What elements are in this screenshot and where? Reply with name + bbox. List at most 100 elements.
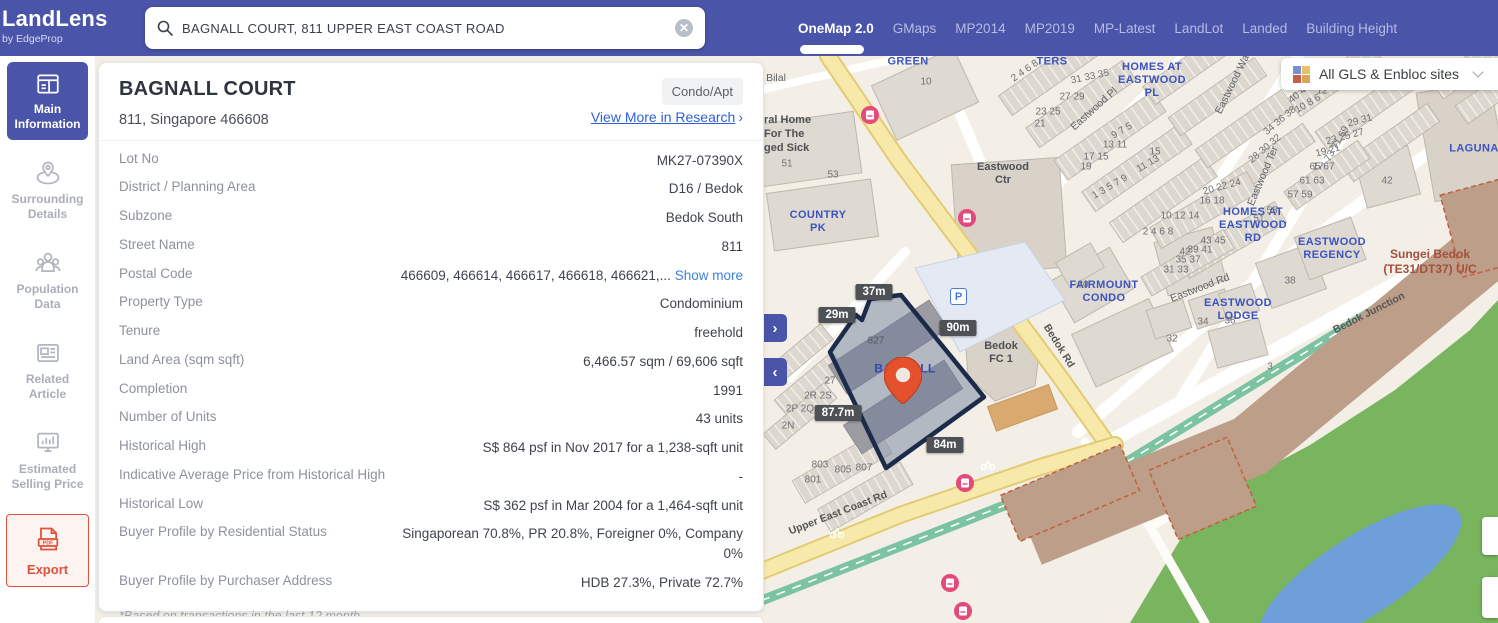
- location-pin-icon[interactable]: [884, 357, 922, 404]
- row-label: District / Planning Area: [119, 179, 270, 194]
- detail-row: Subzone Bedok South: [119, 204, 743, 233]
- panel-expand-arrow[interactable]: ›: [763, 314, 787, 342]
- row-value: 466609, 466614, 466617, 466618, 466621,.…: [401, 266, 743, 286]
- logo-title: LandLens: [2, 8, 108, 30]
- map-pin-icon: [34, 159, 62, 187]
- chevron-down-icon: [1472, 66, 1483, 77]
- sidebar-item-label: Estimated Selling Price: [9, 462, 86, 492]
- detail-row: Buyer Profile by Residential Status Singa…: [119, 520, 743, 568]
- row-label: Buyer Profile by Residential Status: [119, 524, 341, 539]
- detail-row: Lot No MK27-07390X: [119, 146, 743, 175]
- export-pdf-button[interactable]: PDF Export: [6, 514, 89, 587]
- row-label: Completion: [119, 381, 201, 396]
- layers-grid-icon: [1293, 66, 1310, 83]
- view-more-research-link[interactable]: View More in Research›: [591, 109, 743, 125]
- people-group-icon: [34, 249, 62, 277]
- row-label: Historical Low: [119, 496, 217, 511]
- menu-item-mp2019[interactable]: MP2019: [1025, 21, 1075, 36]
- top-navbar: LandLens by EdgeProp ✕ OneMap 2.0 GMaps …: [0, 0, 1498, 56]
- row-label: Subzone: [119, 208, 186, 223]
- detail-row: Tenurefreehold: [119, 319, 743, 348]
- detail-row: Number of Units 43 units: [119, 405, 743, 434]
- sidebar-item-label: Related Article: [9, 372, 86, 402]
- chevron-right-icon: ›: [738, 109, 743, 125]
- sidebar-item-label: Main Information: [9, 102, 86, 132]
- sidebar-item-population-data[interactable]: Population Data: [7, 240, 88, 320]
- card-header: BAGNALL COURT Condo/Apt 811, Singapore 4…: [99, 63, 763, 141]
- row-label: Land Area (sqm sqft): [119, 352, 258, 367]
- left-sidebar: Main Information Surrounding Details Pop…: [0, 50, 95, 623]
- logo-subtitle: by EdgeProp: [2, 33, 108, 45]
- clear-search-icon[interactable]: ✕: [675, 19, 693, 37]
- map-layer-menu: OneMap 2.0 GMaps MP2014 MP2019 MP-Latest…: [798, 0, 1397, 56]
- landlens-logo[interactable]: LandLens by EdgeProp: [2, 8, 108, 45]
- row-label: Number of Units: [119, 409, 231, 424]
- row-value: 43 units: [696, 409, 743, 429]
- menu-item-landed[interactable]: Landed: [1242, 21, 1287, 36]
- row-value: S$ 864 psf in Nov 2017 for a 1,238-sqft …: [483, 438, 743, 458]
- detail-row: Postal Code 466609, 466614, 466617, 46661…: [119, 261, 743, 290]
- property-detail-card: BAGNALL COURT Condo/Apt 811, Singapore 4…: [98, 62, 764, 612]
- chart-monitor-icon: [34, 429, 62, 457]
- row-label: Postal Code: [119, 266, 207, 281]
- row-value: D16 / Bedok: [669, 179, 743, 199]
- postal-codes: 466609, 466614, 466617, 466618, 466621,.…: [401, 268, 671, 283]
- row-value: 1991: [713, 381, 743, 401]
- menu-item-onemap[interactable]: OneMap 2.0: [798, 21, 874, 36]
- menu-item-mp-latest[interactable]: MP-Latest: [1094, 21, 1156, 36]
- panel-collapse-arrow[interactable]: ‹: [763, 358, 787, 386]
- gls-enbloc-filter[interactable]: All GLS & Enbloc sites: [1281, 58, 1498, 90]
- menu-item-gmaps[interactable]: GMaps: [893, 21, 937, 36]
- detail-row: District / Planning Area D16 / Bedok: [119, 175, 743, 204]
- row-label: Street Name: [119, 237, 209, 252]
- detail-row: Buyer Profile by Purchaser AddressHDB 27…: [119, 568, 743, 597]
- sidebar-item-main-information[interactable]: Main Information: [7, 62, 88, 140]
- row-value: Bedok South: [666, 208, 743, 228]
- row-value: 811: [721, 237, 743, 257]
- sidebar-item-estimated-selling-price[interactable]: Estimated Selling Price: [7, 420, 88, 500]
- row-value: S$ 362 psf in Mar 2004 for a 1,464-sqft …: [483, 496, 743, 516]
- detail-row: Property Type Condominium: [119, 290, 743, 319]
- search-input[interactable]: [182, 21, 675, 36]
- property-type-badge: Condo/Apt: [662, 78, 743, 105]
- export-label: Export: [9, 562, 86, 577]
- active-tab-indicator: [800, 45, 864, 54]
- property-name: BAGNALL COURT: [119, 78, 743, 101]
- pdf-file-icon: PDF: [34, 525, 62, 553]
- show-more-link[interactable]: Show more: [675, 268, 743, 283]
- sidebar-item-label: Population Data: [9, 282, 86, 312]
- row-value: Singaporean 70.8%, PR 20.8%, Foreigner 0…: [383, 524, 743, 563]
- detail-rows: Lot No MK27-07390X District / Planning Ar…: [99, 141, 763, 597]
- svg-text:PDF: PDF: [42, 541, 53, 547]
- row-label: Lot No: [119, 151, 173, 166]
- row-value: Condominium: [660, 294, 743, 314]
- parking-icon: P: [950, 288, 967, 305]
- menu-item-building-height[interactable]: Building Height: [1306, 21, 1397, 36]
- article-icon: [34, 339, 62, 367]
- search-bar[interactable]: ✕: [145, 7, 705, 49]
- detail-row: Land Area (sqm sqft)6,466.57 sqm / 69,60…: [119, 347, 743, 376]
- sidebar-item-related-article[interactable]: Related Article: [7, 330, 88, 410]
- detail-row: Street Name 811: [119, 232, 743, 261]
- sidebar-item-surrounding-details[interactable]: Surrounding Details: [7, 150, 88, 230]
- row-value: MK27-07390X: [657, 151, 743, 171]
- gls-filter-label: All GLS & Enbloc sites: [1319, 66, 1459, 82]
- row-label: Property Type: [119, 294, 217, 309]
- view-more-label: View More in Research: [591, 109, 735, 125]
- search-icon: [157, 20, 173, 36]
- menu-item-landlot[interactable]: LandLot: [1174, 21, 1223, 36]
- detail-row: Historical High S$ 864 psf in Nov 2017 fo…: [119, 434, 743, 463]
- detail-row: Historical Low S$ 362 psf in Mar 2004 for…: [119, 491, 743, 520]
- detail-row: Indicative Average Price from Historical…: [119, 462, 743, 491]
- row-label: Historical High: [119, 438, 220, 453]
- window-layout-icon: [35, 71, 61, 97]
- map-zoom-out-button[interactable]: [1482, 577, 1498, 618]
- map-zoom-in-button[interactable]: [1482, 517, 1498, 555]
- menu-item-mp2014[interactable]: MP2014: [955, 21, 1005, 36]
- landlens-app: GREEN TERS HOMES AT EASTWOOD PL HOMES AT…: [0, 0, 1498, 623]
- row-value: HDB 27.3%, Private 72.7%: [581, 573, 743, 593]
- next-card-preview[interactable]: [98, 616, 764, 623]
- row-label: Tenure: [119, 323, 174, 338]
- detail-row: Completion 1991: [119, 376, 743, 405]
- sidebar-item-label: Surrounding Details: [9, 192, 86, 222]
